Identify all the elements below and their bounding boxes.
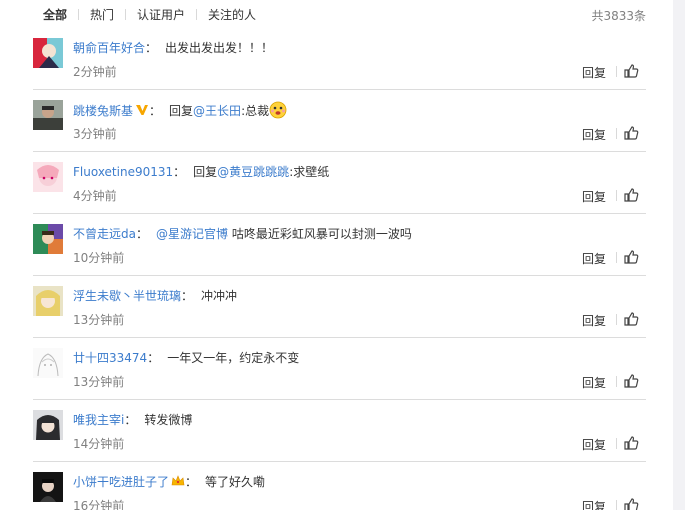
comment-text: 咕咚最近彩虹风暴可以封测一波吗: [228, 227, 412, 241]
username-link[interactable]: Fluoxetine90131: [73, 165, 173, 179]
crown-icon: [171, 474, 185, 488]
comment-body: 廿十四33474： 一年又一年，约定永不变: [73, 349, 299, 367]
action-divider: [616, 438, 617, 449]
thumbs-up-icon[interactable]: [623, 311, 639, 327]
comment-item: 朝俞百年好合： 出发出发出发！！！ 2分钟前 回复: [33, 28, 646, 90]
username-link[interactable]: 不曾走远da: [73, 227, 136, 241]
comment-panel: 全部 热门 认证用户 关注的人 共3833条 朝俞百年好合： 出发出发出发！！！ …: [0, 0, 673, 510]
colon-separator: ：: [145, 41, 158, 55]
action-divider: [616, 376, 617, 387]
comment-time: 16分钟前: [73, 499, 125, 510]
action-divider: [616, 190, 617, 201]
colon-separator: ：: [173, 165, 186, 179]
thumbs-up-icon[interactable]: [623, 497, 639, 510]
reply-button[interactable]: 回复: [582, 250, 606, 267]
username-link[interactable]: 浮生未歇丶半世琉璃: [73, 289, 181, 303]
comment-time: 13分钟前: [73, 375, 125, 389]
comment-item: 不曾走远da： @星游记官博 咕咚最近彩虹风暴可以封测一波吗 10分钟前 回复: [33, 214, 646, 276]
reply-button[interactable]: 回复: [582, 126, 606, 143]
avatar[interactable]: [33, 100, 63, 130]
reply-button[interactable]: 回复: [582, 374, 606, 391]
comment-time: 3分钟前: [73, 127, 117, 141]
username-link[interactable]: 跳楼兔斯基: [73, 104, 133, 118]
comment-text: 一年又一年，约定永不变: [167, 351, 300, 365]
comment-body: 唯我主宰i： 转发微博: [73, 411, 192, 429]
reply-button[interactable]: 回复: [582, 188, 606, 205]
action-divider: [616, 252, 617, 263]
colon-separator: ：: [149, 104, 162, 118]
avatar[interactable]: [33, 286, 63, 316]
colon-separator: ：: [185, 475, 198, 489]
avatar[interactable]: [33, 38, 63, 68]
comment-body: 跳楼兔斯基 ： 回复@王长田:总裁: [73, 101, 287, 120]
comment-time: 14分钟前: [73, 437, 125, 451]
action-divider: [616, 66, 617, 77]
reply-button[interactable]: 回复: [582, 64, 606, 81]
comment-body: Fluoxetine90131： 回复@黄豆跳跳跳:求壁纸: [73, 163, 329, 181]
mention-link[interactable]: @星游记官博: [156, 227, 228, 241]
comment-text: 出发出发出发！！！: [165, 41, 274, 55]
tab-all[interactable]: 全部: [43, 6, 67, 23]
thumbs-up-icon[interactable]: [623, 187, 639, 203]
comment-text: 冲冲冲: [201, 289, 238, 303]
tab-divider: [78, 8, 80, 20]
thumbs-up-icon[interactable]: [623, 373, 639, 389]
avatar[interactable]: [33, 348, 63, 378]
reply-prefix: 回复: [169, 104, 194, 118]
comment-body: 不曾走远da： @星游记官博 咕咚最近彩虹风暴可以封测一波吗: [73, 225, 412, 243]
comment-time: 13分钟前: [73, 313, 125, 327]
comment-list: 朝俞百年好合： 出发出发出发！！！ 2分钟前 回复 跳楼兔斯基：回复@王长田:总裁…: [33, 28, 646, 510]
mention-link[interactable]: @黄豆跳跳跳: [217, 165, 289, 179]
thumbs-up-icon[interactable]: [623, 249, 639, 265]
reply-button[interactable]: 回复: [582, 498, 606, 510]
colon-separator: ：: [124, 413, 137, 427]
comment-text: :求壁纸: [289, 165, 330, 179]
comment-total-count: 共3833条: [591, 9, 646, 23]
username-link[interactable]: 小饼干吃进肚子了: [73, 475, 169, 489]
comment-time: 2分钟前: [73, 65, 117, 79]
username-link[interactable]: 廿十四33474: [73, 351, 147, 365]
reply-button[interactable]: 回复: [582, 312, 606, 329]
avatar[interactable]: [33, 224, 63, 254]
comment-item: 小饼干吃进肚子了 ： 等了好久嘞 16分钟前 回复: [33, 462, 646, 510]
mention-link[interactable]: @王长田: [193, 104, 241, 118]
reply-button[interactable]: 回复: [582, 436, 606, 453]
action-divider: [616, 500, 617, 510]
reply-prefix: 回复: [193, 165, 218, 179]
thumbs-up-icon[interactable]: [623, 63, 639, 79]
thumbs-up-icon[interactable]: [623, 125, 639, 141]
comment-item: Fluoxetine90131： 回复@黄豆跳跳跳:求壁纸 4分钟前 回复: [33, 152, 646, 214]
action-divider: [616, 128, 617, 139]
comment-text: 转发微博: [144, 413, 193, 427]
colon-separator: ：: [181, 289, 194, 303]
thumbs-up-icon[interactable]: [623, 435, 639, 451]
tab-following[interactable]: 关注的人: [208, 6, 256, 23]
comment-text: 等了好久嘞: [205, 475, 266, 489]
comment-body: 朝俞百年好合： 出发出发出发！！！: [73, 39, 273, 57]
comment-item: 浮生未歇丶半世琉璃： 冲冲冲 13分钟前 回复: [33, 276, 646, 338]
vip-v-icon: [135, 103, 149, 117]
colon-separator: ：: [147, 351, 160, 365]
tab-divider: [196, 8, 198, 20]
tab-hot[interactable]: 热门: [90, 6, 114, 23]
comment-text: :总裁: [241, 104, 270, 118]
comment-body: 浮生未歇丶半世琉璃： 冲冲冲: [73, 287, 237, 305]
comment-item: 廿十四33474： 一年又一年，约定永不变 13分钟前 回复: [33, 338, 646, 400]
comment-time: 4分钟前: [73, 189, 117, 203]
comment-item: 唯我主宰i： 转发微博 14分钟前 回复: [33, 400, 646, 462]
comment-item: 跳楼兔斯基：回复@王长田:总裁 3分钟前 回复: [33, 90, 646, 152]
username-link[interactable]: 唯我主宰i: [73, 413, 124, 427]
tab-divider: [125, 8, 127, 20]
username-link[interactable]: 朝俞百年好合: [73, 41, 145, 55]
smiley-emoji-icon: [269, 101, 287, 119]
action-divider: [616, 314, 617, 325]
avatar[interactable]: [33, 162, 63, 192]
tab-verified-users[interactable]: 认证用户: [137, 6, 185, 23]
filter-tabs: 全部 热门 认证用户 关注的人: [43, 6, 256, 22]
comment-time: 10分钟前: [73, 251, 125, 265]
avatar[interactable]: [33, 472, 63, 502]
colon-separator: ：: [135, 227, 148, 241]
comment-body: 小饼干吃进肚子了 ： 等了好久嘞: [73, 473, 265, 491]
avatar[interactable]: [33, 410, 63, 440]
